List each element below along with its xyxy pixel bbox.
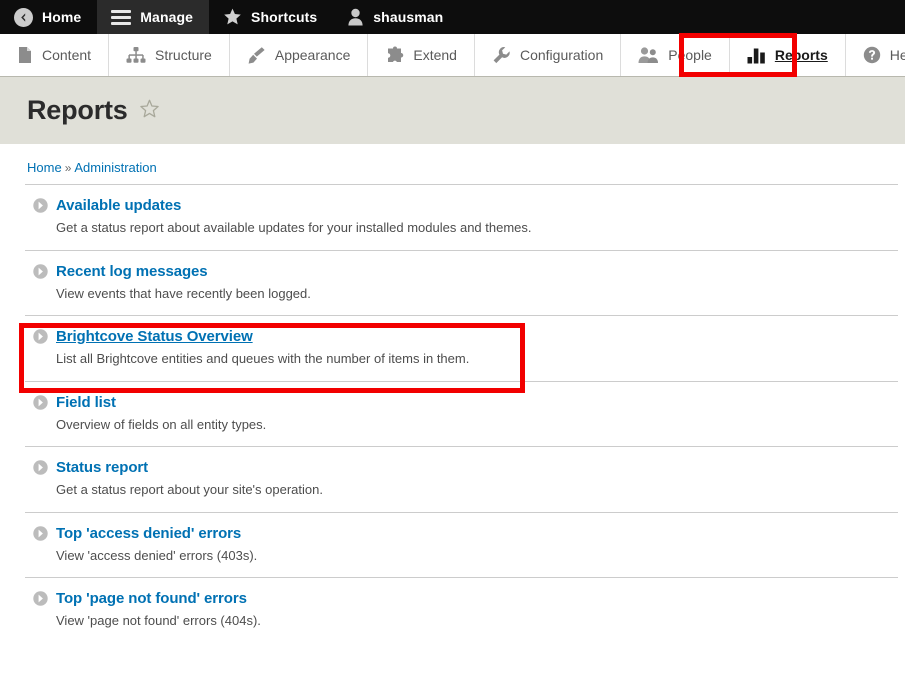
people-icon — [638, 46, 659, 64]
paintbrush-icon — [247, 46, 266, 65]
list-item-header: Recent log messages — [25, 263, 898, 280]
list-item-description: Get a status report about your site's op… — [56, 481, 898, 499]
chevron-right-circle-icon — [33, 264, 48, 279]
breadcrumb-link-home[interactable]: Home — [27, 160, 62, 175]
list-item-link[interactable]: Brightcove Status Overview — [56, 328, 253, 345]
tab-structure[interactable]: Structure — [109, 34, 230, 76]
tab-configuration[interactable]: Configuration — [475, 34, 621, 76]
list-item-description: View events that have recently been logg… — [56, 285, 898, 303]
list-item[interactable]: Status report Get a status report about … — [25, 446, 898, 512]
list-item[interactable]: Field list Overview of fields on all ent… — [25, 381, 898, 447]
tab-people[interactable]: People — [621, 34, 730, 76]
chevron-right-circle-icon — [33, 591, 48, 606]
list-item-description: View 'access denied' errors (403s). — [56, 547, 898, 565]
puzzle-piece-icon — [385, 46, 404, 64]
list-item-description: Overview of fields on all entity types. — [56, 416, 898, 434]
toolbar-item-manage-label: Manage — [140, 0, 193, 34]
toolbar-item-shortcuts-label: Shortcuts — [251, 0, 317, 34]
list-item-link[interactable]: Status report — [56, 459, 148, 476]
chevron-right-circle-icon — [33, 329, 48, 344]
admin-menu-tabbar: Content Structure Appearance — [0, 34, 905, 77]
tab-appearance-label: Appearance — [275, 47, 351, 63]
list-item-header: Brightcove Status Overview — [25, 328, 898, 345]
chevron-right-circle-icon — [33, 198, 48, 213]
tab-extend-label: Extend — [413, 47, 457, 63]
list-item-header: Top 'page not found' errors — [25, 590, 898, 607]
toolbar-item-manage[interactable]: Manage — [97, 0, 209, 34]
list-item-link[interactable]: Field list — [56, 394, 116, 411]
toolbar-item-user-label: shausman — [373, 0, 443, 34]
list-item-header: Top 'access denied' errors — [25, 525, 898, 542]
page-header: Reports — [0, 77, 905, 144]
hierarchy-icon — [126, 46, 146, 64]
bar-chart-icon — [747, 47, 766, 64]
list-item-header: Field list — [25, 394, 898, 411]
list-item-description: Get a status report about available upda… — [56, 219, 898, 237]
breadcrumb-separator: » — [65, 161, 72, 175]
list-item[interactable]: Top 'page not found' errors View 'page n… — [25, 577, 898, 643]
list-item[interactable]: Recent log messages View events that hav… — [25, 250, 898, 316]
page-title: Reports — [27, 95, 128, 126]
breadcrumb-link-administration[interactable]: Administration — [74, 160, 156, 175]
chevron-right-circle-icon — [33, 526, 48, 541]
list-item-link[interactable]: Recent log messages — [56, 263, 208, 280]
list-item[interactable]: Top 'access denied' errors View 'access … — [25, 512, 898, 578]
tab-appearance[interactable]: Appearance — [230, 34, 369, 76]
tab-extend[interactable]: Extend — [368, 34, 475, 76]
chevron-right-circle-icon — [33, 460, 48, 475]
star-icon — [223, 8, 242, 26]
list-item-header: Status report — [25, 459, 898, 476]
tab-configuration-label: Configuration — [520, 47, 603, 63]
tab-structure-label: Structure — [155, 47, 212, 63]
admin-toolbar: Home Manage Shortcuts shausman — [0, 0, 905, 34]
wrench-icon — [492, 46, 511, 65]
list-item-header: Available updates — [25, 197, 898, 214]
toolbar-item-user[interactable]: shausman — [333, 0, 459, 34]
person-icon — [347, 8, 364, 26]
toolbar-item-home-label: Home — [42, 0, 81, 34]
tab-help[interactable]: Help — [846, 34, 905, 76]
breadcrumb: Home»Administration — [0, 144, 905, 184]
chevron-right-circle-icon — [33, 395, 48, 410]
reports-list: Available updates Get a status report ab… — [25, 184, 898, 643]
list-item-link[interactable]: Available updates — [56, 197, 181, 214]
list-item-link[interactable]: Top 'page not found' errors — [56, 590, 247, 607]
tab-content-label: Content — [42, 47, 91, 63]
document-icon — [17, 46, 33, 64]
toolbar-item-home[interactable]: Home — [0, 0, 97, 34]
list-item-brightcove-status-overview[interactable]: Brightcove Status Overview List all Brig… — [25, 315, 898, 381]
tab-reports[interactable]: Reports — [730, 34, 846, 76]
list-item[interactable]: Available updates Get a status report ab… — [25, 184, 898, 250]
toolbar-item-shortcuts[interactable]: Shortcuts — [209, 0, 333, 34]
home-back-circle-icon — [14, 8, 33, 27]
list-item-description: List all Brightcove entities and queues … — [56, 350, 898, 368]
hamburger-icon — [111, 10, 131, 25]
tab-content[interactable]: Content — [0, 34, 109, 76]
tab-help-label: Help — [890, 47, 905, 63]
list-item-description: View 'page not found' errors (404s). — [56, 612, 898, 630]
question-mark-icon — [863, 46, 881, 64]
star-outline-icon[interactable] — [139, 99, 160, 122]
tab-people-label: People — [668, 47, 712, 63]
tab-reports-label: Reports — [775, 47, 828, 63]
list-item-link[interactable]: Top 'access denied' errors — [56, 525, 241, 542]
